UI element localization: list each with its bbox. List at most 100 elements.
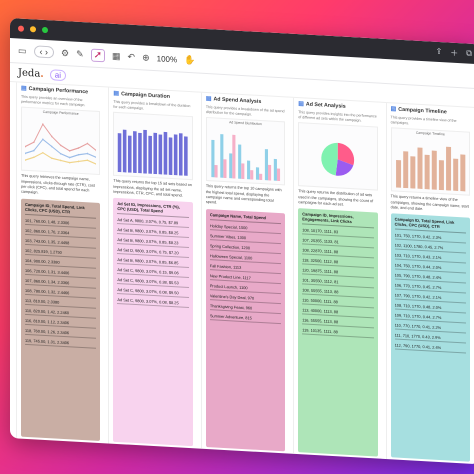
app-window: ⇪ ＋ ⧉ ▭ ‹ › ⚙ ✎ ➚ ▦ ↶ ⊕ 100% ✋ Jeda. ai … xyxy=(10,18,474,465)
bar xyxy=(153,133,158,175)
chart-panel xyxy=(298,122,378,191)
bar xyxy=(273,159,277,182)
result-table: Campaign Name, Total Spend Holiday Speci… xyxy=(205,208,286,452)
chart-svg xyxy=(25,123,97,166)
minimize-window-button[interactable] xyxy=(30,26,36,33)
chart-caption: Campaign Performance xyxy=(42,110,79,117)
table-header: Campaign ID, Total Spend, Link Clicks, C… xyxy=(25,201,97,219)
chart-svg xyxy=(211,134,280,182)
bar xyxy=(431,150,437,191)
maximize-window-button[interactable] xyxy=(42,26,48,34)
tabs-overview-icon[interactable]: ⧉ xyxy=(466,48,472,59)
table-header: Campaign ID, Impressions, Engagements, L… xyxy=(302,211,374,229)
close-window-button[interactable] xyxy=(18,25,24,32)
data-point xyxy=(51,145,53,148)
chart-svg xyxy=(395,147,465,192)
column-description: This query provides a breakdown of the a… xyxy=(205,104,285,117)
query-icon: ▤ xyxy=(205,95,212,103)
table-row: Ad Set C, 9800, 3.07%, 0.08, $8.25 xyxy=(117,296,189,309)
app-logo: Jeda. xyxy=(18,66,44,80)
column-description: This query provides a timeline view of t… xyxy=(390,115,457,125)
bar xyxy=(438,160,444,191)
bar xyxy=(232,135,236,179)
query-column: ▤ Campaign Timeline This query provides … xyxy=(385,103,474,464)
chart-panel: Ad Spend Distribution xyxy=(205,117,286,186)
bar xyxy=(138,133,143,174)
column-title-text: Campaign Performance xyxy=(28,85,89,95)
bar xyxy=(220,134,224,179)
bar xyxy=(395,160,401,189)
query-note: This query returns the top 10 campaigns … xyxy=(205,184,282,205)
query-column: ▤ Campaign Duration This query provides … xyxy=(108,87,197,449)
column-title-text: Ad Spend Analysis xyxy=(213,95,262,105)
bar xyxy=(164,132,168,176)
query-column: ▤ Ad Set Analysis This query provides in… xyxy=(293,97,382,459)
table-row: 119, 10135, 1111, 88 xyxy=(302,326,374,339)
zoom-level[interactable]: 100% xyxy=(157,54,177,64)
bar xyxy=(211,140,215,178)
bar xyxy=(249,170,254,180)
bar xyxy=(452,158,458,192)
share-icon[interactable]: ⇪ xyxy=(436,46,443,57)
zoom-in-icon[interactable]: ⊕ xyxy=(142,52,150,63)
table-row: 119, 745.00, 1.31, 2.3406 xyxy=(25,336,97,349)
layout-icon[interactable]: ▦ xyxy=(112,50,121,61)
chart-svg xyxy=(321,143,355,177)
dashboard-columns: ▤ Campaign Performance This query provid… xyxy=(16,82,474,464)
settings-icon[interactable]: ⚙ xyxy=(61,47,69,58)
bar xyxy=(246,160,250,180)
chart-panel: Campaign Performance xyxy=(21,106,101,176)
bar xyxy=(409,156,415,189)
bar xyxy=(123,129,127,173)
data-point xyxy=(51,157,53,160)
table-row: Summer Adventure, 815 xyxy=(209,311,282,324)
query-note: This query returns a timeline view of th… xyxy=(390,194,469,212)
ai-button[interactable]: ai xyxy=(49,68,67,81)
bar xyxy=(402,151,408,189)
bar xyxy=(255,167,259,181)
sidebar-icon[interactable]: ▭ xyxy=(18,45,27,56)
column-description: This query provides insights into the pe… xyxy=(298,110,377,123)
bar xyxy=(143,130,148,175)
result-table: Campaign ID, Impressions, Engagements, L… xyxy=(298,208,378,457)
query-icon: ▤ xyxy=(298,101,304,108)
bar xyxy=(128,135,132,174)
query-note: This query returns the distribution of a… xyxy=(298,189,374,207)
bar xyxy=(158,134,163,175)
bar xyxy=(223,159,227,179)
query-note: This query retrieves the campaign name, … xyxy=(21,173,95,195)
bar xyxy=(459,154,465,192)
bar xyxy=(258,174,263,181)
column-title-text: Ad Set Analysis xyxy=(305,101,346,110)
pen-icon[interactable]: ✎ xyxy=(76,48,84,59)
nav-back-forward-pill[interactable]: ‹ › xyxy=(33,45,55,59)
chart-caption xyxy=(114,113,191,118)
bar xyxy=(264,149,268,181)
bar xyxy=(424,155,430,190)
chart-caption xyxy=(299,124,376,129)
table-header: Ad Set ID, Impressions, CTR (%), CPC (US… xyxy=(117,201,189,219)
result-table: Campaign ID, Total Spend, Link Clicks, C… xyxy=(21,198,101,442)
column-title-text: Campaign Duration xyxy=(121,90,170,100)
table-row: 112, 790, 1770, 0.41, 2.4% xyxy=(394,341,467,354)
chart-caption: Campaign Timeline xyxy=(415,131,445,137)
data-point xyxy=(60,144,62,147)
bar xyxy=(214,165,218,178)
bar xyxy=(237,144,242,180)
data-point xyxy=(60,159,62,162)
data-point xyxy=(51,135,53,138)
chart-panel: Campaign Timeline xyxy=(390,127,471,197)
bar xyxy=(445,147,451,191)
bar xyxy=(276,168,280,182)
cursor-tool-icon[interactable]: ➚ xyxy=(90,48,106,62)
column-description: This query provides a breakdown of the d… xyxy=(113,99,191,111)
result-table: Ad Set ID, Impressions, CTR (%), CPC (US… xyxy=(113,198,193,447)
new-tab-icon[interactable]: ＋ xyxy=(450,47,458,58)
bar xyxy=(267,165,271,181)
rotate-icon[interactable]: ↶ xyxy=(128,51,136,62)
bar xyxy=(148,136,153,175)
query-column: ▤ Campaign Performance This query provid… xyxy=(16,82,105,444)
column-description: This query provides an overview of the p… xyxy=(21,94,86,107)
hand-icon[interactable]: ✋ xyxy=(184,54,195,66)
query-note: This query returns the top 15 ad sets ba… xyxy=(113,179,192,198)
